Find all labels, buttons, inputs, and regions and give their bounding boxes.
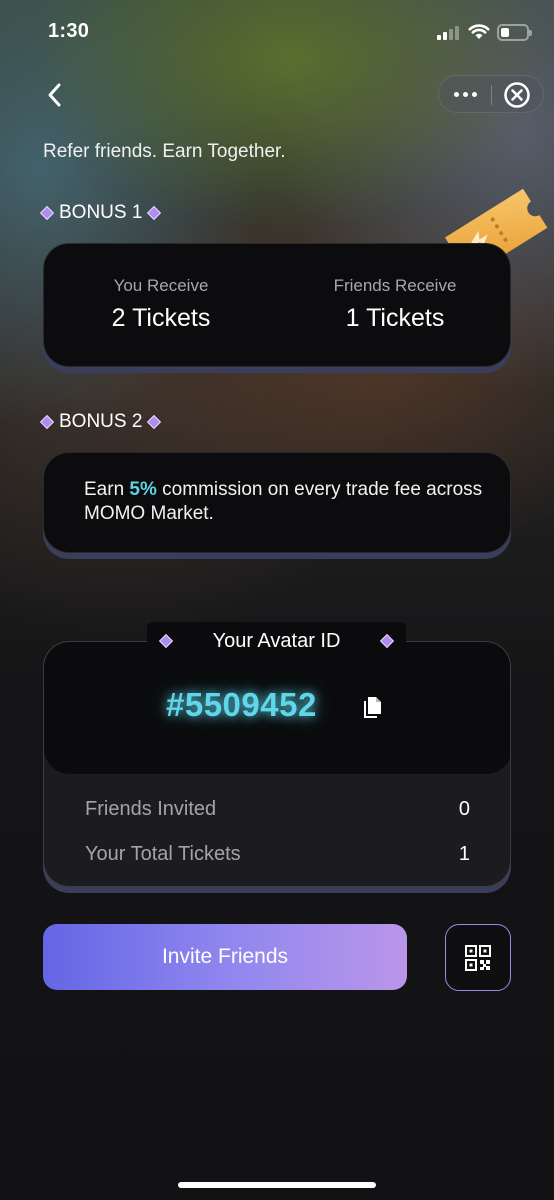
you-receive-label: You Receive bbox=[113, 276, 209, 295]
bonus1-card: You Receive 2 Tickets Friends Receive 1 … bbox=[43, 243, 511, 367]
avatar-id-label: Your Avatar ID bbox=[212, 629, 341, 652]
wifi-icon bbox=[468, 22, 490, 40]
home-indicator[interactable] bbox=[178, 1182, 376, 1188]
close-circle-icon bbox=[504, 82, 530, 108]
commission-text: Earn 5% commission on every trade fee ac… bbox=[84, 479, 483, 524]
more-button[interactable] bbox=[439, 76, 491, 112]
bonus2-heading: BONUS 2 bbox=[39, 411, 162, 433]
status-time: 1:30 bbox=[48, 20, 90, 42]
qr-code-icon bbox=[465, 944, 491, 971]
copy-icon bbox=[364, 697, 381, 718]
stat-value: 0 bbox=[458, 798, 470, 820]
diamond-icon bbox=[147, 414, 162, 430]
stat-label: Friends Invited bbox=[85, 798, 217, 820]
bonus1-title: BONUS 1 bbox=[59, 202, 143, 223]
you-receive-block: You Receive 2 Tickets bbox=[44, 276, 278, 333]
bonus2-title: BONUS 2 bbox=[59, 411, 143, 432]
copy-button[interactable] bbox=[362, 695, 384, 719]
commission-percent: 5% bbox=[129, 479, 157, 500]
avatar-id-value: #5509452 bbox=[166, 686, 317, 723]
diamond-icon bbox=[379, 633, 395, 649]
friends-receive-label: Friends Receive bbox=[333, 276, 457, 295]
diamond-icon bbox=[39, 205, 55, 221]
you-receive-value: 2 Tickets bbox=[111, 304, 211, 332]
friends-receive-value: 1 Tickets bbox=[345, 304, 445, 332]
invite-friends-button[interactable]: Invite Friends bbox=[43, 924, 407, 990]
avatar-id-tab: Your Avatar ID bbox=[147, 622, 406, 660]
stat-row-friends-invited: Friends Invited 0 bbox=[85, 798, 470, 821]
back-button[interactable] bbox=[40, 80, 70, 110]
page-subtitle: Refer friends. Earn Together. bbox=[43, 141, 286, 162]
friends-receive-block: Friends Receive 1 Tickets bbox=[278, 276, 512, 333]
diamond-icon bbox=[39, 414, 55, 430]
bonus2-card: Earn 5% commission on every trade fee ac… bbox=[43, 452, 511, 553]
chevron-left-icon bbox=[48, 83, 61, 107]
stat-label: Your Total Tickets bbox=[85, 843, 241, 865]
more-dots-icon bbox=[453, 91, 459, 97]
capsule-divider bbox=[491, 85, 492, 105]
diamond-icon bbox=[158, 633, 174, 649]
stat-row-total-tickets: Your Total Tickets 1 bbox=[85, 843, 470, 866]
battery-icon bbox=[497, 24, 532, 41]
mini-program-capsule bbox=[438, 75, 544, 113]
qr-code-button[interactable] bbox=[445, 924, 511, 991]
diamond-icon bbox=[147, 205, 162, 221]
close-button[interactable] bbox=[503, 81, 531, 109]
bonus1-heading: BONUS 1 bbox=[39, 202, 162, 224]
stat-value: 1 bbox=[458, 843, 470, 865]
cellular-signal-icon bbox=[437, 26, 461, 40]
